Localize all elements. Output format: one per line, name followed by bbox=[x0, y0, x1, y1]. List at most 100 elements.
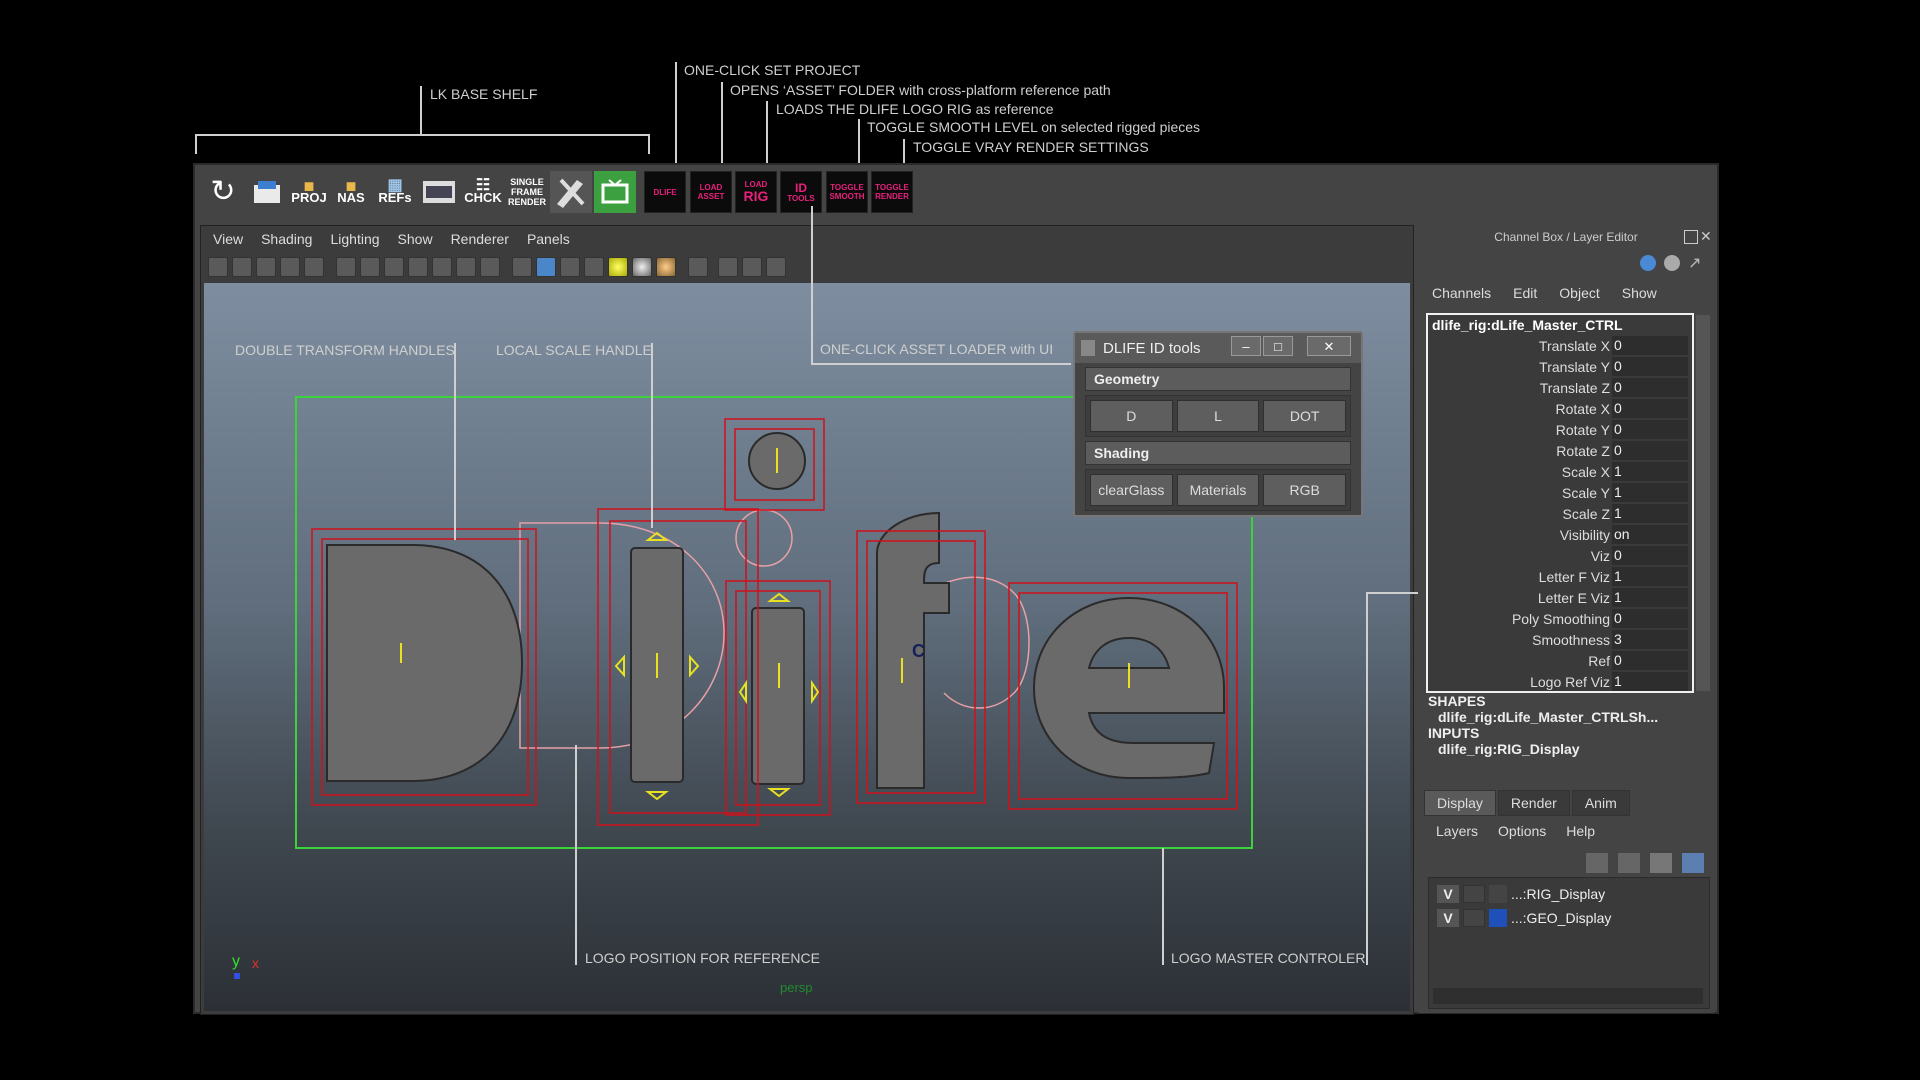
refresh-icon[interactable]: ↻ bbox=[202, 171, 244, 213]
channel-row[interactable]: Scale Z1 bbox=[1428, 503, 1692, 524]
channel-value[interactable]: 0 bbox=[1612, 609, 1688, 628]
channel-value[interactable]: 1 bbox=[1612, 504, 1688, 523]
xray-joints-icon[interactable] bbox=[766, 257, 786, 277]
shading-section-header[interactable]: Shading bbox=[1085, 441, 1351, 465]
close-icon[interactable]: ✕ bbox=[1307, 336, 1351, 356]
new-layer-icon[interactable] bbox=[1650, 853, 1672, 873]
layer-visibility-toggle[interactable]: V bbox=[1437, 909, 1459, 927]
single-frame-render-button[interactable]: SINGLE FRAME RENDER bbox=[506, 171, 548, 213]
menu-options[interactable]: Options bbox=[1498, 823, 1546, 839]
wireframe-icon[interactable] bbox=[512, 257, 532, 277]
channel-row[interactable]: Translate X0 bbox=[1428, 335, 1692, 356]
channel-value[interactable]: 1 bbox=[1612, 462, 1688, 481]
tab-render[interactable]: Render bbox=[1497, 790, 1570, 816]
inputs-item[interactable]: dlife_rig:RIG_Display bbox=[1426, 741, 1708, 757]
float-panel-icon[interactable] bbox=[1684, 230, 1698, 244]
channel-row[interactable]: Poly Smoothing 0 bbox=[1428, 608, 1692, 629]
channel-row[interactable]: Translate Z0 bbox=[1428, 377, 1692, 398]
ambient-occlusion-icon[interactable] bbox=[656, 257, 676, 277]
2d-pan-icon[interactable] bbox=[304, 257, 324, 277]
toggle-render-button[interactable]: TOGGLE RENDER bbox=[871, 171, 913, 213]
channel-row[interactable]: Rotate X0 bbox=[1428, 398, 1692, 419]
materials-button[interactable]: Materials bbox=[1176, 474, 1260, 506]
layer-type-toggle[interactable] bbox=[1463, 909, 1485, 927]
channel-row[interactable]: Viz 0 bbox=[1428, 545, 1692, 566]
field-chart-icon[interactable] bbox=[432, 257, 452, 277]
select-icon[interactable] bbox=[688, 257, 708, 277]
geometry-dot-button[interactable]: DOT bbox=[1263, 400, 1347, 432]
channel-row[interactable]: Letter E Viz 1 bbox=[1428, 587, 1692, 608]
id-tools-button[interactable]: ID TOOLS bbox=[780, 171, 822, 213]
channel-value[interactable]: 1 bbox=[1612, 483, 1688, 502]
camera-attr-icon[interactable] bbox=[232, 257, 252, 277]
menu-view[interactable]: View bbox=[213, 231, 243, 253]
filmstrip-icon[interactable] bbox=[418, 171, 460, 213]
layer-row[interactable]: V ...:RIG_Display bbox=[1429, 882, 1709, 906]
channel-row[interactable]: Visibility on bbox=[1428, 524, 1692, 545]
menu-layers[interactable]: Layers bbox=[1436, 823, 1478, 839]
rgb-button[interactable]: RGB bbox=[1263, 474, 1347, 506]
channel-value[interactable]: 0 bbox=[1612, 378, 1688, 397]
channel-value[interactable]: on bbox=[1612, 525, 1688, 544]
chck-button[interactable]: ☷ CHCK bbox=[462, 171, 504, 213]
pick-icon[interactable]: ↗ bbox=[1688, 253, 1701, 273]
lights-icon[interactable] bbox=[608, 257, 628, 277]
menu-channels[interactable]: Channels bbox=[1432, 285, 1491, 301]
layer-color-swatch[interactable] bbox=[1489, 885, 1507, 903]
dlife-set-project-button[interactable]: DLIFE bbox=[644, 171, 686, 213]
layer-visibility-toggle[interactable]: V bbox=[1437, 885, 1459, 903]
channel-value[interactable]: 0 bbox=[1612, 357, 1688, 376]
menu-edit[interactable]: Edit bbox=[1513, 285, 1537, 301]
menu-renderer[interactable]: Renderer bbox=[451, 231, 509, 253]
channel-value[interactable]: 0 bbox=[1612, 546, 1688, 565]
channel-value[interactable]: 0 bbox=[1612, 441, 1688, 460]
nas-button[interactable]: ■ NAS bbox=[330, 171, 372, 213]
channel-row[interactable]: Rotate Z0 bbox=[1428, 440, 1692, 461]
channel-row[interactable]: Logo Ref Viz 1 bbox=[1428, 671, 1692, 692]
channel-value[interactable]: 3 bbox=[1612, 630, 1688, 649]
channel-value[interactable]: 1 bbox=[1612, 567, 1688, 586]
channel-row[interactable]: Letter F Viz 1 bbox=[1428, 566, 1692, 587]
textured-icon[interactable] bbox=[584, 257, 604, 277]
new-layer-selected-icon[interactable] bbox=[1682, 853, 1704, 873]
selected-object-name[interactable]: dlife_rig:dLife_Master_CTRL bbox=[1428, 315, 1692, 335]
bookmark-icon[interactable] bbox=[256, 257, 276, 277]
menu-show[interactable]: Show bbox=[1622, 285, 1657, 301]
image-plane-icon[interactable] bbox=[280, 257, 300, 277]
menu-show[interactable]: Show bbox=[398, 231, 433, 253]
move-layer-down-icon[interactable] bbox=[1618, 853, 1640, 873]
refs-button[interactable]: ▦ REFs bbox=[374, 171, 416, 213]
channel-value[interactable]: 1 bbox=[1612, 588, 1688, 607]
safe-action-icon[interactable] bbox=[456, 257, 476, 277]
minimize-icon[interactable]: – bbox=[1231, 336, 1261, 356]
channel-scrollbar[interactable] bbox=[1696, 315, 1710, 691]
channel-row[interactable]: Smoothness 3 bbox=[1428, 629, 1692, 650]
channel-value[interactable]: 0 bbox=[1612, 399, 1688, 418]
film-gate-icon[interactable] bbox=[360, 257, 380, 277]
camera-icon[interactable] bbox=[208, 257, 228, 277]
tv-icon[interactable] bbox=[594, 171, 636, 213]
channel-row[interactable]: Ref 0 bbox=[1428, 650, 1692, 671]
maximize-icon[interactable]: □ bbox=[1263, 336, 1293, 356]
load-asset-button[interactable]: LOAD ASSET bbox=[690, 171, 732, 213]
axis-gizmo-icon[interactable] bbox=[1640, 255, 1656, 271]
channel-row[interactable]: Scale Y1 bbox=[1428, 482, 1692, 503]
channel-row[interactable]: Scale X1 bbox=[1428, 461, 1692, 482]
menu-lighting[interactable]: Lighting bbox=[330, 231, 379, 253]
close-panel-icon[interactable]: ✕ bbox=[1700, 228, 1712, 245]
layer-color-swatch[interactable] bbox=[1489, 909, 1507, 927]
geometry-section-header[interactable]: Geometry bbox=[1085, 367, 1351, 391]
xray-icon[interactable] bbox=[742, 257, 762, 277]
toggle-smooth-button[interactable]: TOGGLE SMOOTH bbox=[826, 171, 868, 213]
smooth-shade-icon[interactable] bbox=[536, 257, 556, 277]
tab-anim[interactable]: Anim bbox=[1571, 790, 1630, 816]
shadows-icon[interactable] bbox=[632, 257, 652, 277]
menu-shading[interactable]: Shading bbox=[261, 231, 312, 253]
menu-object[interactable]: Object bbox=[1559, 285, 1599, 301]
channel-row[interactable]: Translate Y0 bbox=[1428, 356, 1692, 377]
layer-type-toggle[interactable] bbox=[1463, 885, 1485, 903]
grid-icon[interactable] bbox=[336, 257, 356, 277]
sphere-icon[interactable] bbox=[1664, 255, 1680, 271]
resolution-gate-icon[interactable] bbox=[384, 257, 404, 277]
proj-button[interactable]: ■ PROJ bbox=[288, 171, 330, 213]
